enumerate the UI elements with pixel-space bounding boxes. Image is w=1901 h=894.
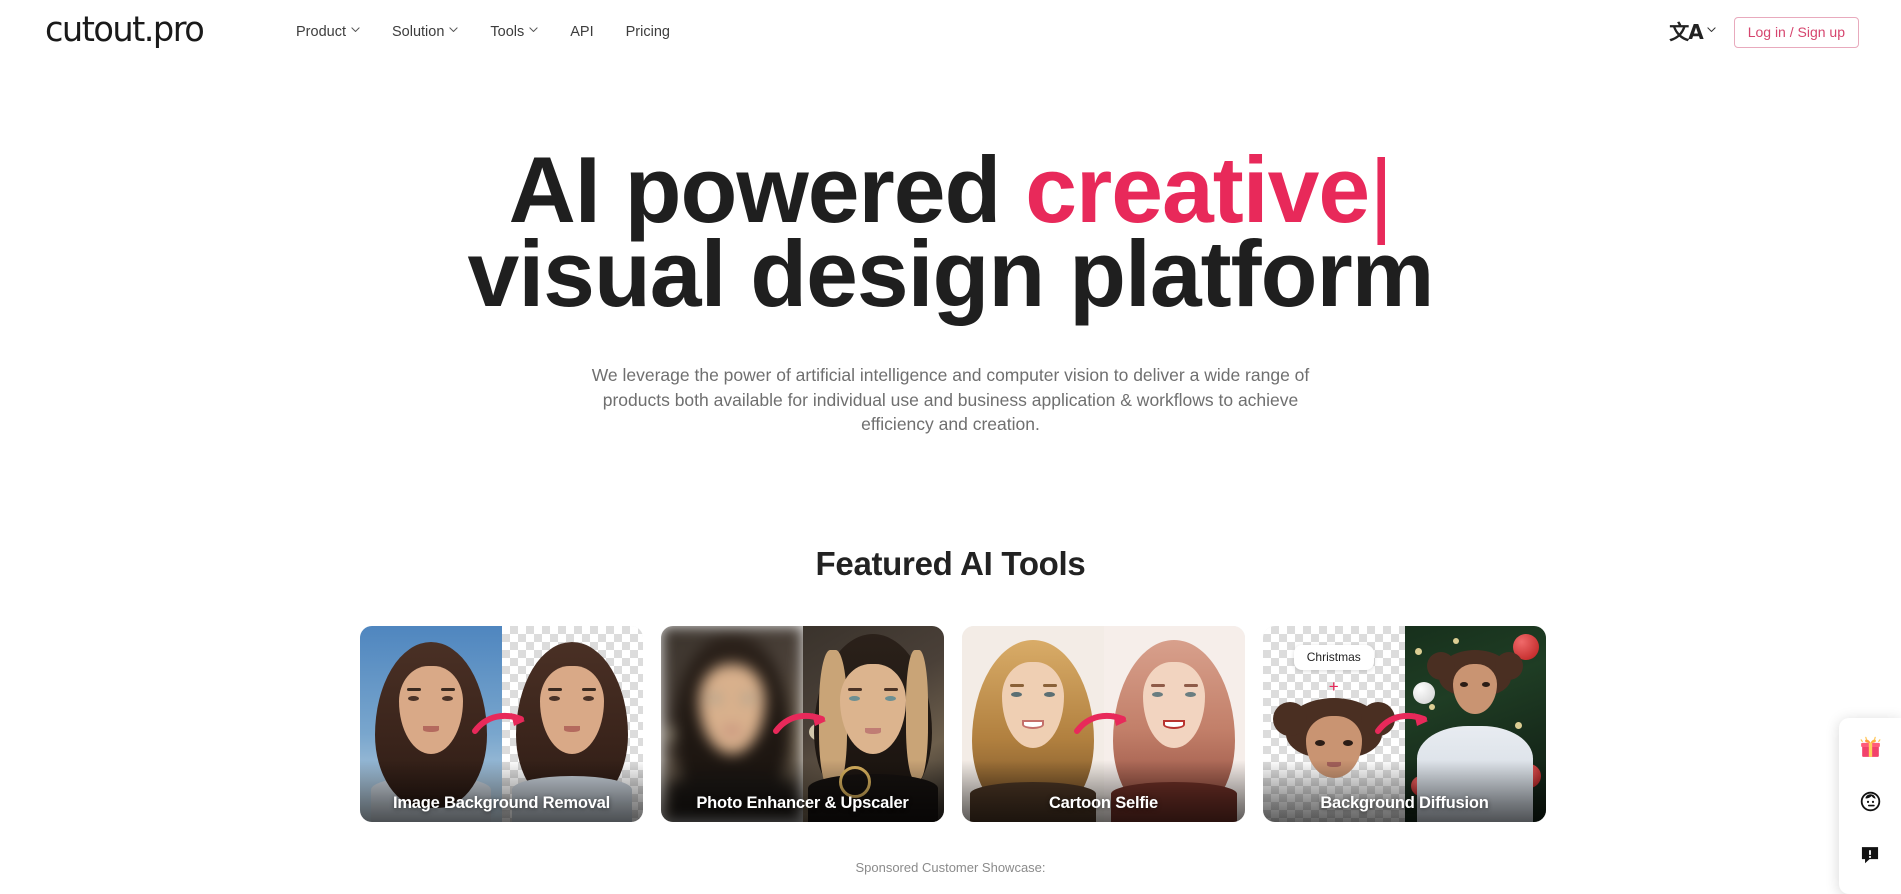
nav-label-api: API [570, 24, 594, 40]
language-switcher[interactable]: 文A [1669, 20, 1716, 44]
plus-icon: + [1328, 677, 1339, 696]
tool-card-label: Cartoon Selfie [962, 760, 1245, 822]
chevron-down-icon [1707, 26, 1716, 36]
chevron-down-icon [449, 26, 458, 36]
main-navigation: Product Solution Tools API Pricing [296, 0, 686, 64]
nav-label-pricing: Pricing [625, 24, 670, 40]
nav-label-solution: Solution [391, 24, 445, 40]
hero-subtitle: We leverage the power of artificial inte… [591, 365, 1310, 434]
site-header: cutout.pro Product Solution Tools API Pr… [0, 0, 1901, 64]
nav-item-pricing[interactable]: Pricing [610, 16, 686, 48]
typing-caret: | [1369, 140, 1393, 245]
translate-icon: 文A [1669, 20, 1703, 44]
nav-item-product[interactable]: Product [296, 16, 376, 48]
tool-card-label: Photo Enhancer & Upscaler [661, 760, 944, 822]
featured-tools-grid: Image Background Removal Photo Enhancer … [360, 626, 1546, 822]
chevron-down-icon [351, 26, 360, 36]
tool-card-cartoon-selfie[interactable]: Cartoon Selfie [962, 626, 1245, 822]
tool-card-label: Background Diffusion [1263, 760, 1546, 822]
hero-section: AI powered creative| visual design platf… [0, 143, 1901, 437]
floating-side-widget [1839, 718, 1901, 894]
customer-service-icon[interactable] [1851, 786, 1889, 816]
login-signup-button[interactable]: Log in / Sign up [1733, 16, 1859, 48]
feedback-icon[interactable] [1851, 840, 1889, 870]
nav-label-tools: Tools [490, 24, 525, 40]
headline-second-line: visual design platform [467, 221, 1435, 326]
nav-item-solution[interactable]: Solution [376, 16, 474, 48]
page-title: AI powered creative| visual design platf… [10, 143, 1892, 326]
prompt-chip: Christmas [1293, 645, 1374, 670]
header-actions: 文A Log in / Sign up [1669, 0, 1859, 64]
nav-label-product: Product [296, 24, 346, 40]
tool-card-photo-enhancer-upscaler[interactable]: Photo Enhancer & Upscaler [661, 626, 944, 822]
tool-card-background-diffusion[interactable]: Christmas + Background Diffusion [1263, 626, 1546, 822]
chevron-down-icon [529, 26, 538, 36]
featured-tools-heading: Featured AI Tools [815, 545, 1086, 582]
gift-icon[interactable] [1851, 732, 1889, 762]
nav-item-api[interactable]: API [554, 16, 609, 48]
tool-card-label: Image Background Removal [360, 760, 643, 822]
nav-item-tools[interactable]: Tools [474, 16, 554, 48]
tool-card-image-background-removal[interactable]: Image Background Removal [360, 626, 643, 822]
brand-logo[interactable]: cutout.pro [45, 8, 205, 52]
sponsored-showcase-label: Sponsored Customer Showcase: [855, 860, 1046, 875]
